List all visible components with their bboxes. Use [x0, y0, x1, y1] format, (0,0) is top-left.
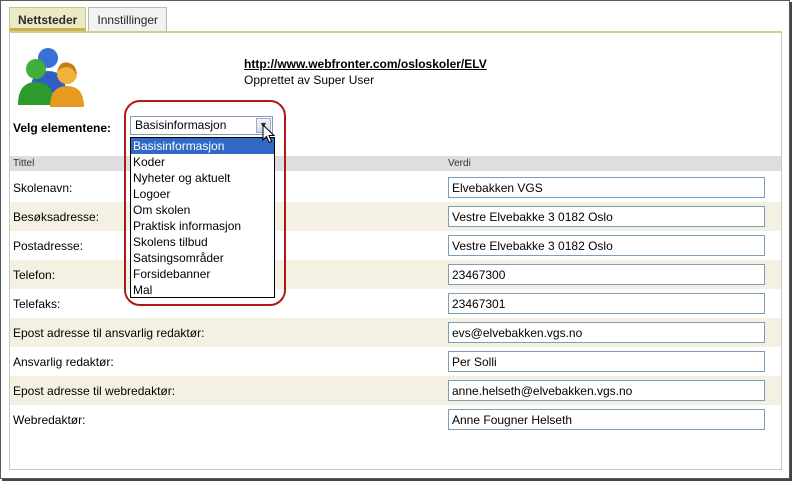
tab-innstillinger[interactable]: Innstillinger	[88, 7, 168, 31]
row-label: Ansvarlig redaktør:	[13, 355, 114, 369]
mouse-pointer-icon	[262, 124, 276, 144]
web-editor-name-input[interactable]	[448, 409, 765, 430]
created-by-text: Opprettet av Super User	[244, 73, 375, 87]
school-name-input[interactable]	[448, 177, 765, 198]
table-row: Besøksadresse:	[10, 202, 781, 231]
editor-name-input[interactable]	[448, 351, 765, 372]
row-label: Epost adresse til ansvarlig redaktør:	[13, 326, 205, 340]
tab-nettsteder[interactable]: Nettsteder	[9, 7, 87, 31]
table-header: Tittel Verdi	[10, 156, 781, 171]
dropdown-option-nyheter[interactable]: Nyheter og aktuelt	[131, 170, 274, 186]
phone-input[interactable]	[448, 264, 765, 285]
dropdown-option-om-skolen[interactable]: Om skolen	[131, 202, 274, 218]
users-group-icon	[18, 48, 84, 107]
dropdown-option-praktisk[interactable]: Praktisk informasjon	[131, 218, 274, 234]
row-label: Epost adresse til webredaktør:	[13, 384, 176, 398]
element-select-value: Basisinformasjon	[135, 118, 227, 132]
row-label: Telefaks:	[13, 297, 61, 311]
table-row: Webredaktør:	[10, 405, 781, 434]
dropdown-option-satsing[interactable]: Satsingsområder	[131, 250, 274, 266]
site-url-link[interactable]: http://www.webfronter.com/osloskoler/ELV	[244, 57, 487, 71]
fax-input[interactable]	[448, 293, 765, 314]
row-label: Besøksadresse:	[13, 210, 100, 224]
table-row: Postadresse:	[10, 231, 781, 260]
dropdown-option-basisinformasjon[interactable]: Basisinformasjon	[131, 138, 274, 154]
element-select[interactable]: Basisinformasjon ▼	[130, 116, 273, 135]
dropdown-option-mal[interactable]: Mal	[131, 282, 274, 298]
element-dropdown-list: Basisinformasjon Koder Nyheter og aktuel…	[130, 137, 275, 298]
editor-email-input[interactable]	[448, 322, 765, 343]
table-row: Telefon:	[10, 260, 781, 289]
web-editor-email-input[interactable]	[448, 380, 765, 401]
visiting-address-input[interactable]	[448, 206, 765, 227]
table-row: Epost adresse til webredaktør:	[10, 376, 781, 405]
dropdown-option-tilbud[interactable]: Skolens tilbud	[131, 234, 274, 250]
table-row: Epost adresse til ansvarlig redaktør:	[10, 318, 781, 347]
tab-bar: Nettsteder Innstillinger	[9, 7, 168, 32]
dropdown-option-forsidebanner[interactable]: Forsidebanner	[131, 266, 274, 282]
dropdown-option-logoer[interactable]: Logoer	[131, 186, 274, 202]
table-row: Telefaks:	[10, 289, 781, 318]
postal-address-input[interactable]	[448, 235, 765, 256]
table-row: Ansvarlig redaktør:	[10, 347, 781, 376]
row-label: Telefon:	[13, 268, 56, 282]
row-label: Postadresse:	[13, 239, 84, 253]
element-select-label: Velg elementene:	[13, 121, 112, 135]
row-label: Skolenavn:	[13, 181, 73, 195]
row-label: Webredaktør:	[13, 413, 86, 427]
dropdown-option-koder[interactable]: Koder	[131, 154, 274, 170]
column-header-title: Tittel	[13, 158, 35, 169]
table-row: Skolenavn:	[10, 173, 781, 202]
column-header-value: Verdi	[448, 158, 471, 169]
